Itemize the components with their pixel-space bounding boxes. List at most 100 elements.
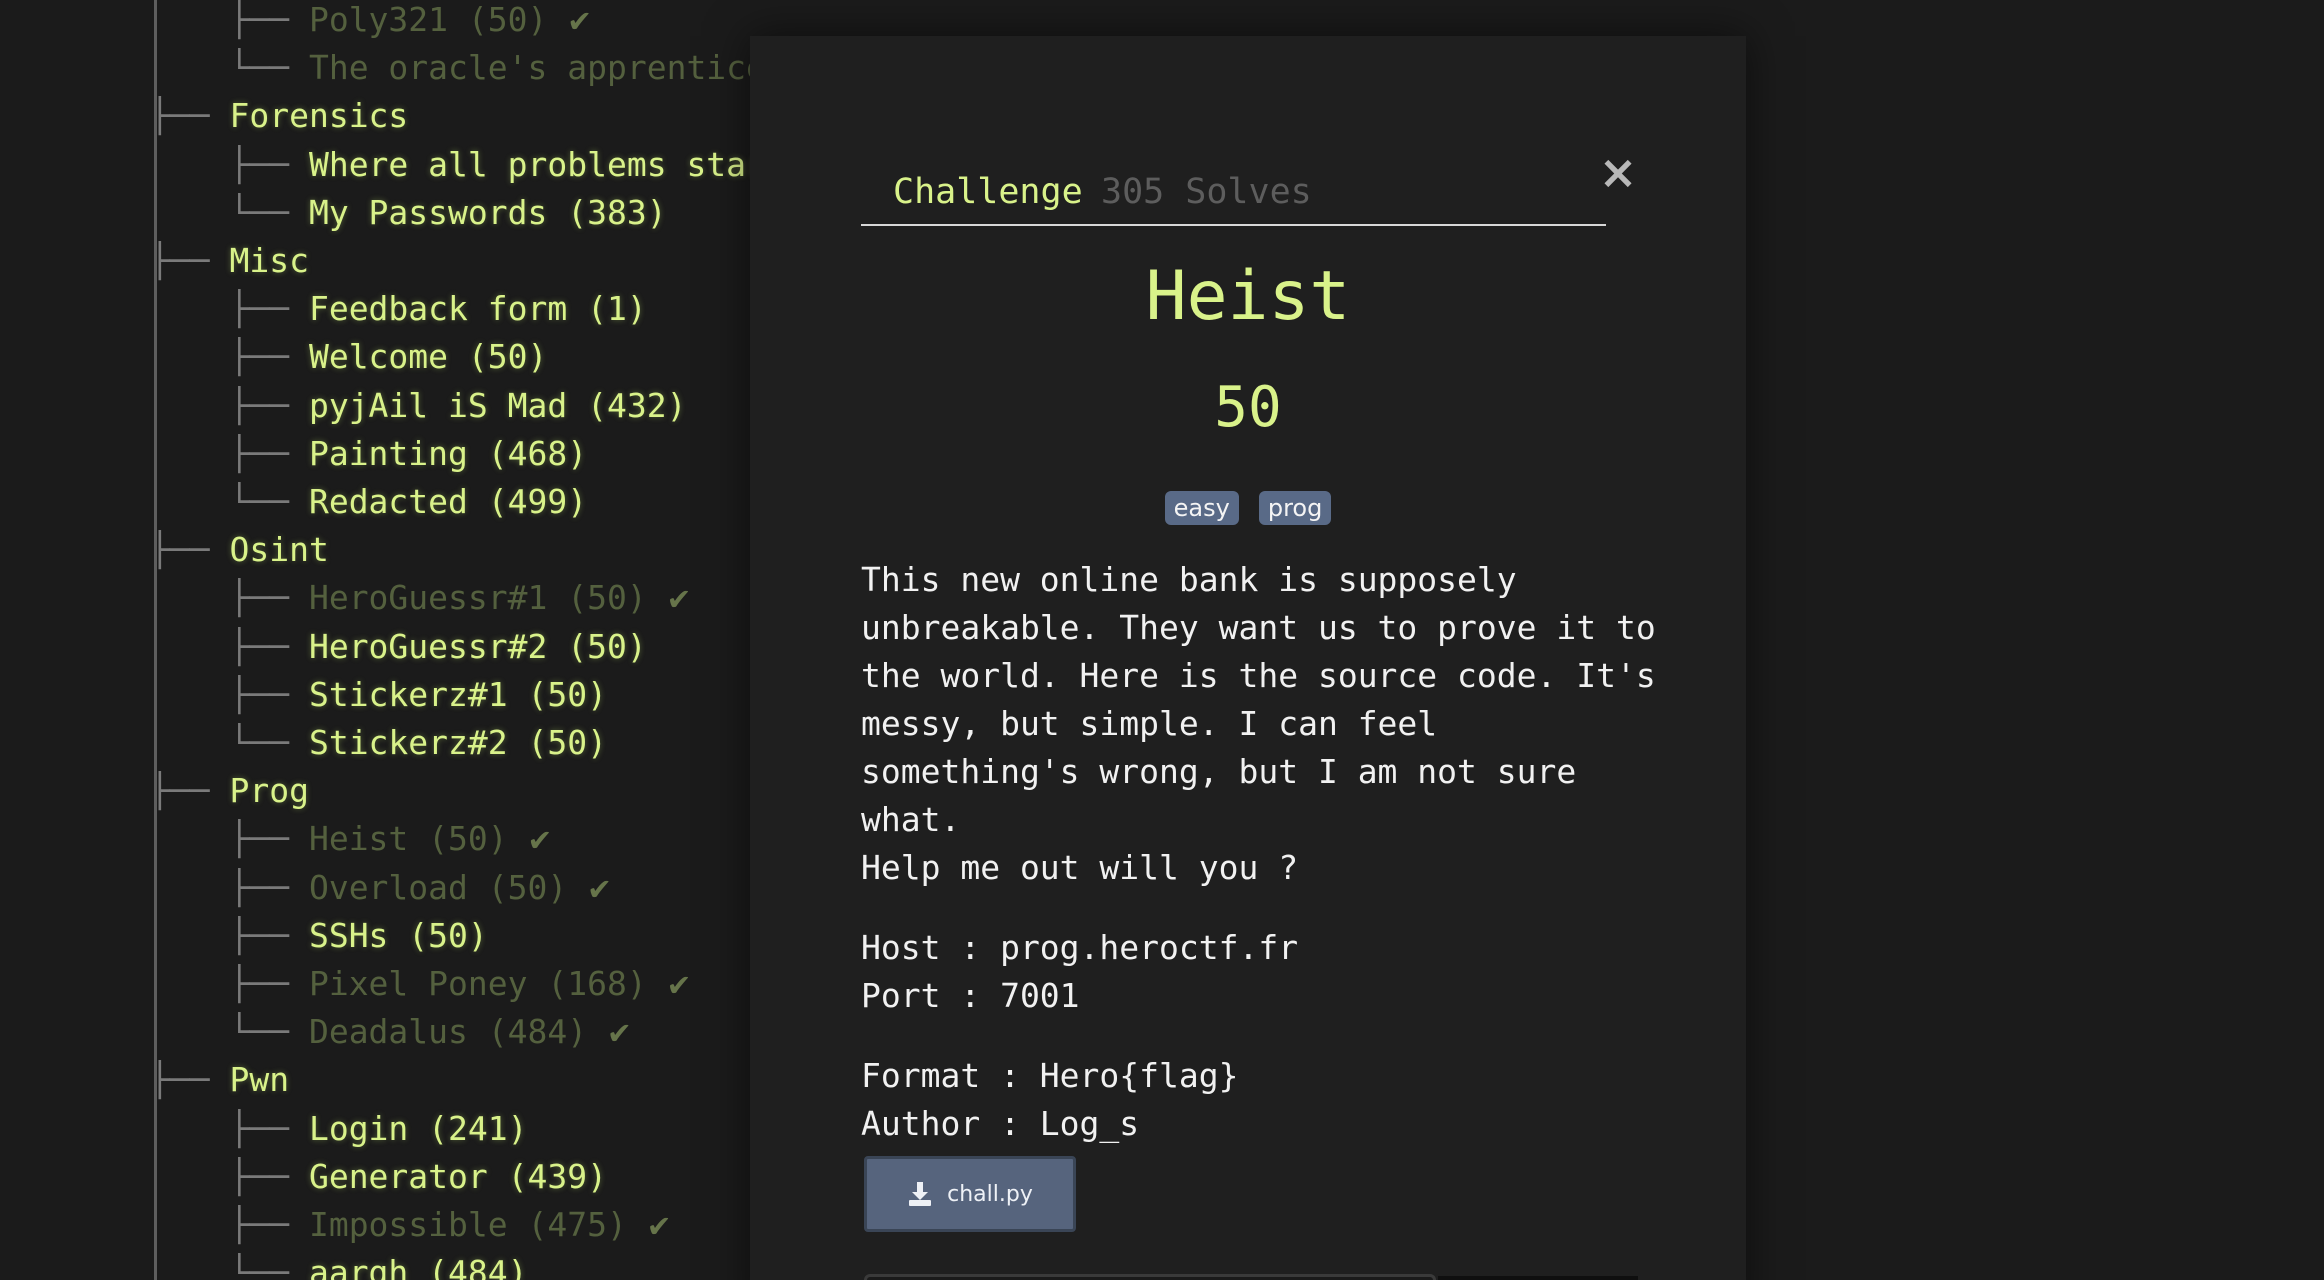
tree-challenge-item[interactable]: └── My Passwords (383) <box>150 189 666 237</box>
challenge-title: Heist <box>1145 257 1351 336</box>
tree-branch-glyph: └── <box>150 482 309 521</box>
tree-challenge-item[interactable]: ├── Generator (439) <box>150 1153 607 1201</box>
tag-badge: easy <box>1164 491 1239 525</box>
challenge-points: 50 <box>1214 375 1282 440</box>
tree-challenge-item[interactable]: ├── pyjAil iS Mad (432) <box>150 382 686 430</box>
description-paragraph: This new online bank is supposely unbrea… <box>861 556 1661 892</box>
tab-challenge[interactable]: Challenge <box>893 164 1083 220</box>
tree-item-label: Generator (439) <box>308 1156 607 1196</box>
tree-challenge-item[interactable]: ├── Painting (468) <box>150 430 587 478</box>
tree-item-label: Stickerz#2 (50) <box>308 723 607 762</box>
tree-item-label: Poly321 (50) <box>308 0 548 39</box>
tree-item-label: The oracle's apprentice <box>308 48 766 88</box>
tree-item-label: pyjAil iS Mad (432) <box>308 385 687 425</box>
tree-item-label: Painting (468) <box>308 433 588 473</box>
tab-solves[interactable]: 305 Solves <box>1101 164 1312 220</box>
tree-branch-glyph: ├── <box>150 915 309 955</box>
checkmark-icon: ✔ <box>529 819 551 860</box>
tree-challenge-item[interactable]: └── Redacted (499) <box>150 478 587 526</box>
tree-challenge-item[interactable]: ├── Where all problems start <box>150 141 786 189</box>
tree-category: ├── Osint <box>150 526 329 574</box>
download-icon <box>909 1182 932 1206</box>
tree-branch-glyph: ├── <box>150 337 309 377</box>
description-line: the world. Here is the source code. It's <box>861 656 1656 695</box>
format-line: Format : Hero{flag} <box>861 1056 1239 1095</box>
tree-challenge-item[interactable]: ├── HeroGuessr#1 (50) ✔ <box>150 574 689 622</box>
checkmark-icon: ✔ <box>668 964 690 1004</box>
tree-branch-glyph: └── <box>150 192 309 232</box>
tree-branch-glyph: ├── <box>150 433 309 473</box>
tree-item-label: HeroGuessr#1 (50) <box>308 578 647 618</box>
tree-challenge-item[interactable]: └── Deadalus (484) ✔ <box>150 1008 630 1056</box>
tree-item-label: Deadalus (484) <box>308 1012 588 1052</box>
close-button[interactable]: × <box>1598 149 1638 195</box>
tree-challenge-item[interactable]: ├── Overload (50) ✔ <box>150 864 610 912</box>
tree-branch-glyph: └── <box>150 1253 309 1280</box>
tree-branch-glyph: ├── <box>150 289 309 329</box>
tree-branch-glyph: ├── <box>150 578 309 618</box>
download-file-label: chall.py <box>947 1181 1033 1207</box>
author-line: Author : Log_s <box>861 1104 1140 1143</box>
tree-challenge-item[interactable]: ├── Heist (50) ✔ <box>150 815 550 863</box>
description-line: Help me out will you ? <box>861 848 1299 887</box>
tree-item-label: Osint <box>229 530 329 570</box>
tree-category: ├── Pwn <box>150 1056 289 1104</box>
tree-branch-glyph: ├── <box>150 144 309 184</box>
submit-button[interactable] <box>1438 1276 1638 1280</box>
tree-item-label: Stickerz#1 (50) <box>308 674 607 714</box>
close-icon: × <box>1598 145 1638 199</box>
tree-challenge-item[interactable]: ├── Login (241) <box>150 1105 527 1153</box>
tree-challenge-item[interactable]: ├── Feedback form (1) <box>150 285 647 333</box>
tree-branch-glyph: ├── <box>150 626 309 666</box>
tree-challenge-item[interactable]: ├── HeroGuessr#2 (50) <box>150 623 646 671</box>
port-line: Port : 7001 <box>861 976 1080 1015</box>
tree-challenge-item[interactable]: ├── Impossible (475) ✔ <box>150 1201 669 1249</box>
tree-branch-glyph: ├── <box>150 819 309 859</box>
description-line: unbreakable. They want us to prove it to <box>861 608 1656 647</box>
checkmark-icon: ✔ <box>569 0 590 40</box>
tree-branch-glyph: ├── <box>150 1156 309 1196</box>
tree-challenge-item[interactable]: ├── Poly321 (50) ✔ <box>150 0 590 44</box>
tree-branch-glyph: ├── <box>150 674 309 714</box>
tree-challenge-item[interactable]: ├── SSHs (50) <box>150 912 487 960</box>
tag-list: easy prog <box>750 491 1746 525</box>
tree-branch-glyph: ├── <box>150 96 230 136</box>
download-file-button[interactable]: chall.py <box>864 1156 1076 1232</box>
description-line: what. <box>861 800 961 839</box>
tree-branch-glyph: └── <box>150 723 309 762</box>
tree-item-label: Feedback form (1) <box>308 289 647 329</box>
tree-item-label: Pixel Poney (168) <box>308 964 647 1003</box>
tree-branch-glyph: ├── <box>150 385 309 425</box>
tree-branch-glyph: └── <box>150 48 309 88</box>
checkmark-icon: ✔ <box>589 867 610 908</box>
tree-item-label: Overload (50) <box>308 867 568 907</box>
host-line: Host : prog.heroctf.fr <box>861 928 1299 967</box>
tag-badge: prog <box>1258 491 1332 525</box>
checkmark-icon: ✔ <box>668 578 690 619</box>
challenge-description: This new online bank is supposely unbrea… <box>861 556 1661 1180</box>
flag-input[interactable] <box>864 1274 1436 1280</box>
modal-tab-bar: Challenge 305 Solves <box>861 164 1606 226</box>
tree-item-label: Misc <box>229 241 309 280</box>
tree-challenge-item[interactable]: └── The oracle's apprentice✔ <box>150 44 808 92</box>
tree-category: ├── Forensics <box>150 92 408 140</box>
tree-branch-glyph: ├── <box>150 530 230 570</box>
tree-challenge-item[interactable]: ├── Stickerz#1 (50) <box>150 671 607 719</box>
connection-info: Host : prog.heroctf.fr Port : 7001 <box>861 924 1661 1020</box>
description-line: something's wrong, but I am not sure <box>861 752 1577 791</box>
tree-item-label: Welcome (50) <box>308 337 548 377</box>
tree-item-label: Where all problems start <box>308 144 786 184</box>
tree-branch-glyph: ├── <box>150 0 309 39</box>
tree-branch-glyph: ├── <box>150 1205 309 1244</box>
tree-branch-glyph: └── <box>150 1012 309 1052</box>
tree-challenge-item[interactable]: └── Stickerz#2 (50) <box>150 719 607 767</box>
checkmark-icon: ✔ <box>609 1012 630 1053</box>
tree-item-label: Redacted (499) <box>308 482 588 521</box>
tree-branch-glyph: ├── <box>150 241 230 280</box>
tree-branch-glyph: ├── <box>150 1108 309 1148</box>
tree-challenge-item[interactable]: └── aargh (484) <box>150 1249 527 1280</box>
tree-challenge-item[interactable]: ├── Pixel Poney (168) ✔ <box>150 960 689 1008</box>
page: ├── Poly321 (50) ✔ └── The oracle's appre… <box>0 0 2324 1280</box>
description-line: This new online bank is supposely <box>861 560 1517 599</box>
tree-challenge-item[interactable]: ├── Welcome (50) <box>150 333 547 381</box>
